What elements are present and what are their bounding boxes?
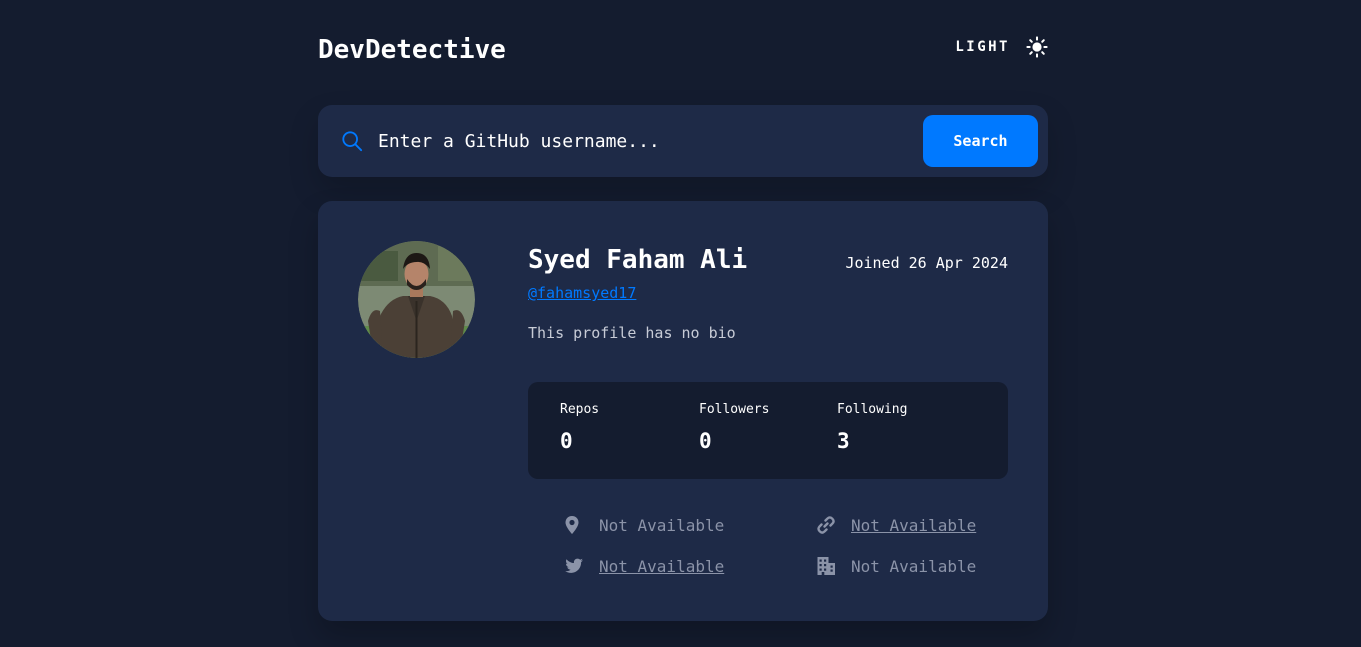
website-item: Not Available [816,515,976,535]
company-text: Not Available [851,556,977,576]
search-input[interactable] [378,123,898,159]
search-icon [342,131,363,152]
stat-following: Following 3 [837,402,907,453]
stat-repos: Repos 0 [560,402,599,453]
profile-card: Syed Faham Ali Joined 26 Apr 2024 @faham… [318,201,1048,621]
building-icon [817,557,835,575]
location-pin-icon [565,516,579,534]
website-link[interactable]: Not Available [851,516,976,535]
theme-toggle[interactable]: LIGHT [955,36,1048,58]
search-bar: Search [318,105,1048,177]
stats-panel: Repos 0 Followers 0 Following 3 [528,382,1008,479]
profile-bio: This profile has no bio [528,324,736,342]
stat-label: Following [837,402,908,417]
stat-value: 3 [837,429,850,453]
twitter-link[interactable]: Not Available [599,557,724,576]
sun-icon [1026,36,1048,58]
search-button[interactable]: Search [923,115,1038,167]
stat-label: Followers [699,402,770,417]
stat-value: 0 [560,429,573,453]
twitter-item: Not Available [564,556,724,576]
link-icon [817,516,835,534]
stat-value: 0 [699,429,712,453]
profile-username-link[interactable]: @fahamsyed17 [528,284,636,302]
joined-date: Joined 26 Apr 2024 [845,254,1008,272]
stat-label: Repos [560,402,600,417]
theme-toggle-label: LIGHT [955,39,1010,55]
avatar [358,241,475,358]
location-item: Not Available [562,515,724,535]
company-item: Not Available [816,556,976,576]
stat-followers: Followers 0 [699,402,769,453]
twitter-icon [565,558,583,573]
location-text: Not Available [599,515,725,535]
app-logo: DevDetective [318,35,506,65]
profile-name: Syed Faham Ali [528,245,748,275]
header: DevDetective LIGHT [318,32,1048,72]
